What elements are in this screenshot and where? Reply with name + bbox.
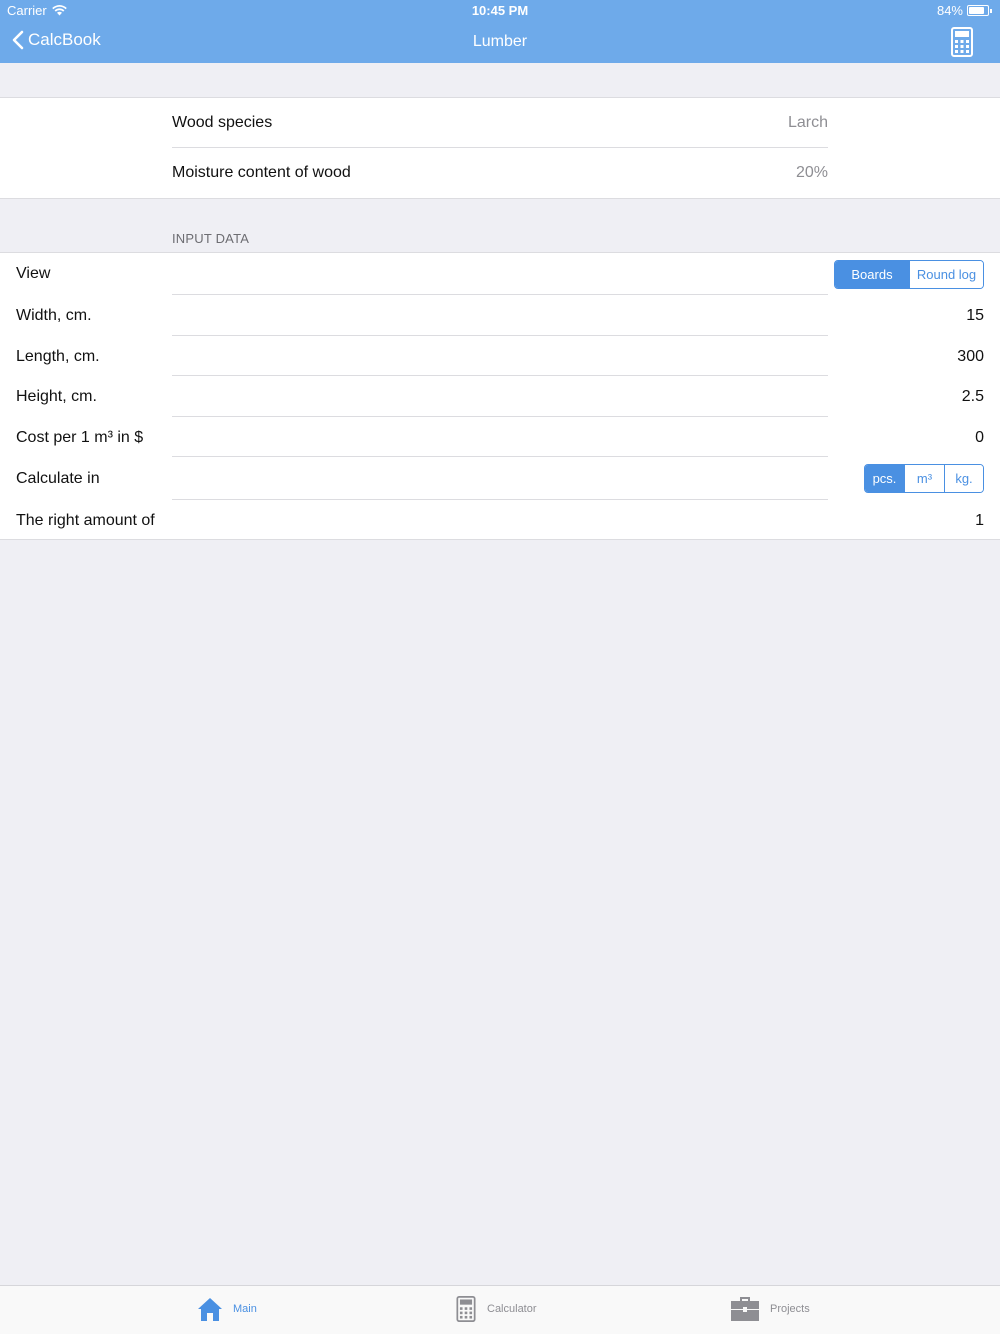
width-value[interactable]: 15 [966, 307, 984, 325]
calculator-icon [456, 1296, 476, 1322]
tab-calculator-label: Calculator [487, 1303, 537, 1315]
tab-main[interactable]: Main [197, 1296, 257, 1322]
length-value[interactable]: 300 [957, 348, 984, 366]
tab-projects-label: Projects [770, 1303, 810, 1315]
view-row: View Boards Round log [0, 253, 1000, 293]
tab-calculator[interactable]: Calculator [455, 1296, 537, 1322]
calc-option-kg[interactable]: kg. [944, 465, 983, 492]
width-row[interactable]: Width, cm. 15 [0, 295, 1000, 335]
wood-settings-group: Wood species Larch Moisture content of w… [0, 97, 1000, 199]
length-row[interactable]: Length, cm. 300 [0, 336, 1000, 376]
calculate-in-segmented-control: pcs. m³ kg. [864, 464, 984, 493]
view-label: View [16, 265, 51, 282]
view-option-round-log[interactable]: Round log [909, 261, 983, 288]
wood-species-value: Larch [787, 114, 828, 131]
calculator-icon [951, 27, 973, 57]
battery-icon [967, 5, 989, 16]
amount-label: The right amount of [16, 512, 155, 529]
status-time: 10:45 PM [471, 3, 529, 18]
tab-bar: Main Calculator Projects [0, 1285, 1000, 1334]
view-segmented-control: Boards Round log [834, 260, 984, 289]
briefcase-icon [731, 1297, 759, 1321]
wood-species-row[interactable]: Wood species Larch [172, 98, 828, 148]
amount-row[interactable]: The right amount of 1 [0, 500, 1000, 540]
status-bar: Carrier 10:45 PM 84% [0, 0, 1000, 22]
calculate-in-label: Calculate in [16, 470, 100, 487]
nav-bar: CalcBook Lumber [0, 22, 1000, 63]
width-label: Width, cm. [16, 307, 92, 324]
moisture-label: Moisture content of wood [172, 164, 351, 181]
section-header-input-data: INPUT DATA [172, 231, 250, 246]
moisture-value: 20% [795, 164, 828, 181]
header: Carrier 10:45 PM 84% CalcBook Lumber [0, 0, 1000, 63]
battery-percent: 84% [936, 3, 963, 18]
wood-species-label: Wood species [172, 114, 273, 131]
amount-value[interactable]: 1 [975, 512, 984, 530]
page-title: Lumber [472, 33, 528, 50]
tab-projects[interactable]: Projects [730, 1296, 810, 1322]
calculator-button[interactable] [951, 27, 973, 62]
divider [172, 456, 828, 457]
height-row[interactable]: Height, cm. 2.5 [0, 376, 1000, 416]
length-label: Length, cm. [16, 348, 100, 365]
tab-main-label: Main [233, 1303, 257, 1315]
home-icon [198, 1298, 222, 1321]
height-label: Height, cm. [16, 388, 97, 405]
view-option-boards[interactable]: Boards [835, 261, 909, 288]
cost-row[interactable]: Cost per 1 m³ in $ 0 [0, 417, 1000, 457]
moisture-row[interactable]: Moisture content of wood 20% [172, 148, 828, 198]
input-data-group: View Boards Round log Width, cm. 15 Leng… [0, 252, 1000, 540]
cost-label: Cost per 1 m³ in $ [16, 429, 144, 446]
calc-option-m3[interactable]: m³ [904, 465, 944, 492]
calculate-in-row: Calculate in pcs. m³ kg. [0, 458, 1000, 498]
height-value[interactable]: 2.5 [962, 388, 984, 406]
calc-option-pcs[interactable]: pcs. [865, 465, 904, 492]
cost-value[interactable]: 0 [975, 429, 984, 447]
